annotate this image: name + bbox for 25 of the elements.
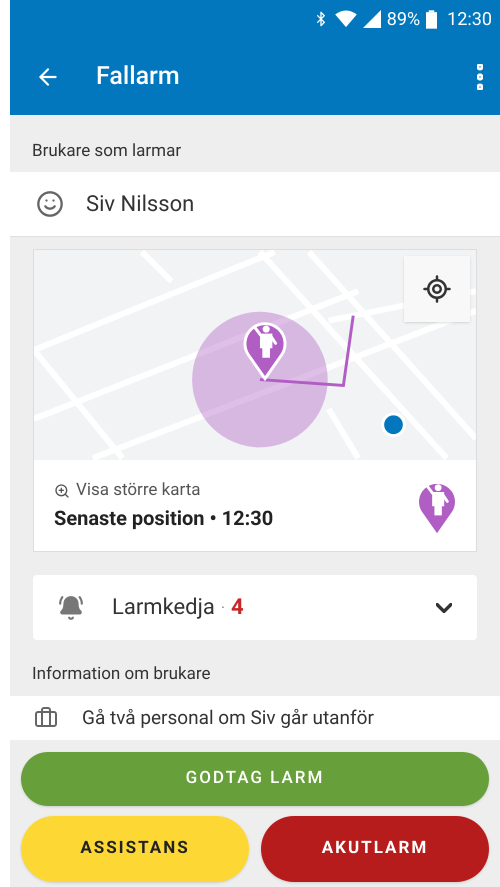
- caller-name: Siv Nilsson: [86, 190, 194, 218]
- larger-map-link[interactable]: Visa större karta: [54, 478, 414, 504]
- info-text: Gå två personal om Siv går utanför: [82, 704, 374, 731]
- clock: 12:30: [447, 8, 492, 32]
- section-heading: Information om brukare: [32, 662, 211, 686]
- signal-icon: [362, 10, 381, 28]
- briefcase-icon: [34, 706, 58, 730]
- section-heading: Brukare som larmar: [32, 140, 182, 162]
- alarm-chain-row[interactable]: Larmkedja · 4: [33, 575, 477, 640]
- menu-icon: [477, 64, 483, 90]
- emergency-alarm-button[interactable]: AKUTLARM: [261, 816, 489, 882]
- battery-percent: 89%: [386, 8, 420, 32]
- assistance-button[interactable]: ASSISTANS: [21, 816, 249, 882]
- chevron-down-icon: [436, 602, 452, 612]
- face-icon: [36, 190, 64, 218]
- wifi-icon: [334, 10, 357, 28]
- screen-title: Fallarm: [96, 60, 180, 93]
- location-dot: [381, 412, 406, 438]
- caller-row[interactable]: Siv Nilsson: [10, 172, 500, 237]
- zoom-in-icon: [54, 482, 70, 498]
- last-position: Senaste position • 12:30: [54, 505, 274, 532]
- locate-button[interactable]: [404, 256, 470, 322]
- locate-icon: [422, 274, 452, 304]
- battery-icon: [426, 10, 438, 28]
- bell-icon: [58, 594, 84, 620]
